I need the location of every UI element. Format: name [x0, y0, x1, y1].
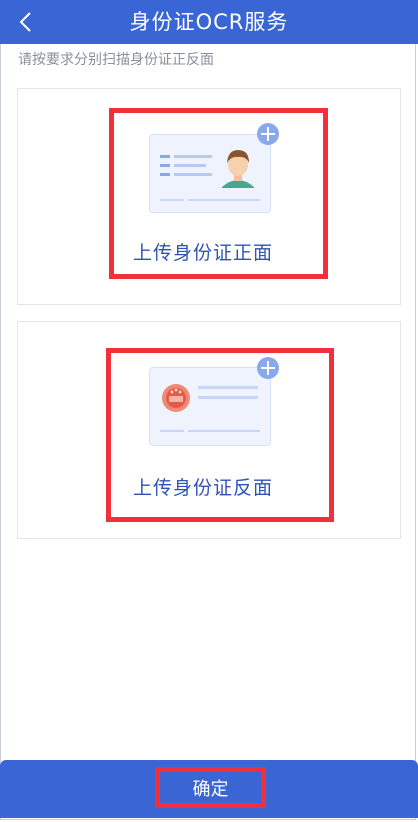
confirm-button[interactable]: 确定	[155, 767, 266, 808]
top-bar: 身份证OCR服务	[0, 0, 418, 44]
back-highlight-box	[106, 348, 334, 522]
front-highlight-box	[109, 108, 328, 279]
instruction-text: 请按要求分别扫描身份证正反面	[18, 52, 214, 68]
page-title: 身份证OCR服务	[129, 10, 289, 34]
